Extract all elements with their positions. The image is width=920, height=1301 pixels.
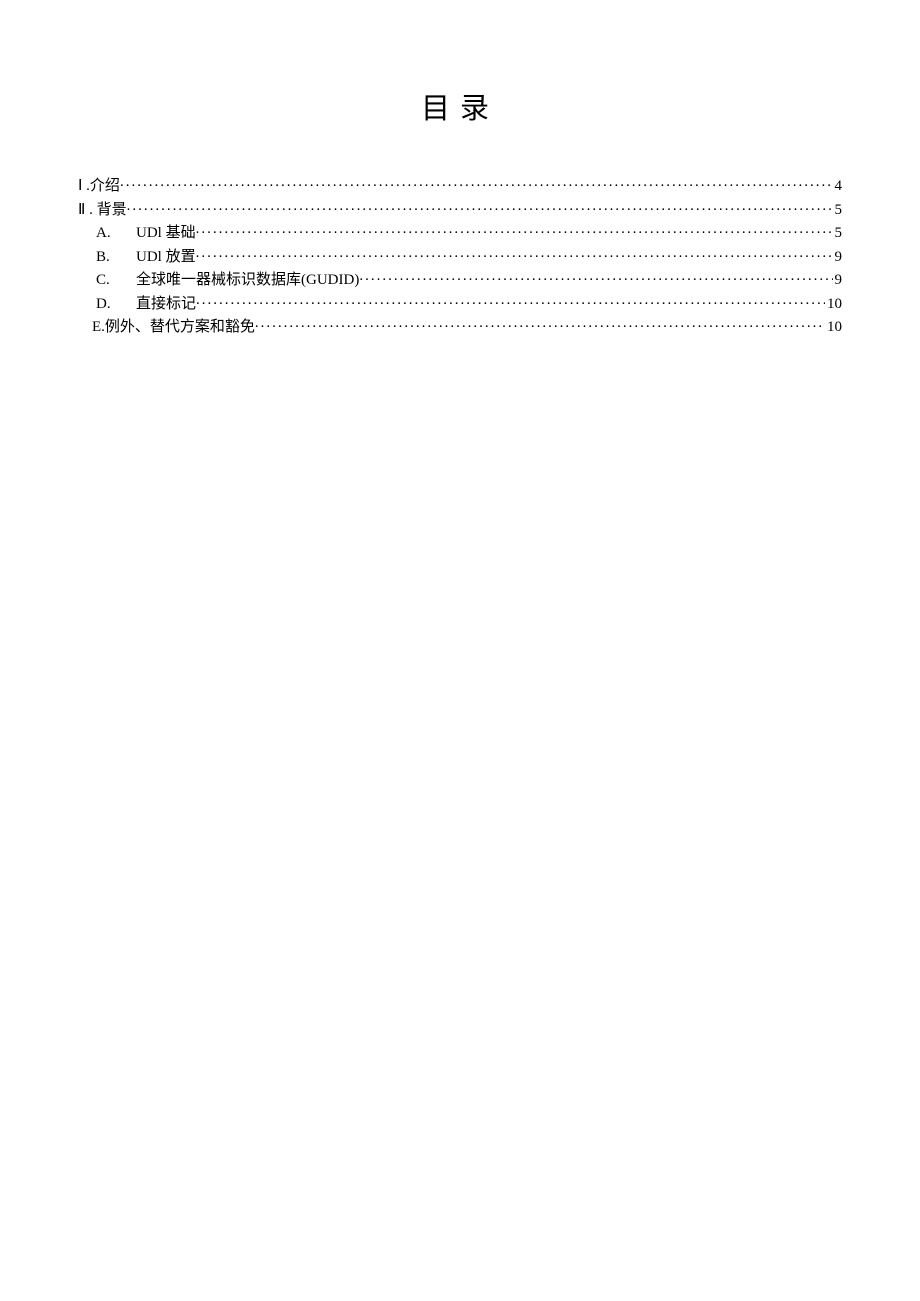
toc-entry: B.UDl 放置 9	[78, 246, 842, 265]
page-title: 目录	[78, 85, 842, 127]
toc-subletter: D.	[96, 297, 136, 312]
toc-subtext: 直接标记	[136, 296, 196, 312]
toc-leader-dots	[127, 199, 833, 214]
toc-leader-dots	[255, 316, 825, 331]
toc-label: Ⅰ .介绍	[78, 179, 120, 194]
toc-leader-dots	[120, 175, 833, 190]
toc-page-number: 9	[833, 273, 843, 288]
toc-page-number: 5	[833, 203, 843, 218]
toc-entry: Ⅰ .介绍 4	[78, 175, 842, 194]
toc-entry: D.直接标记 10	[78, 293, 842, 312]
table-of-contents: Ⅰ .介绍 4 Ⅱ . 背景 5 A.UDl 基础 5 B.UDl 放置 9	[78, 175, 842, 335]
toc-leader-dots	[196, 293, 825, 308]
toc-subletter: B.	[96, 250, 136, 265]
toc-label: E.例外、替代方案和豁免	[92, 320, 255, 335]
toc-leader-dots	[359, 269, 832, 284]
toc-subtext: UDl 放置	[136, 249, 196, 265]
toc-page-number: 5	[833, 226, 843, 241]
toc-label: Ⅱ . 背景	[78, 203, 127, 218]
toc-entry: E.例外、替代方案和豁免 10	[78, 316, 842, 335]
toc-page-number: 10	[825, 320, 842, 335]
toc-label: D.直接标记	[96, 297, 196, 312]
toc-subtext: 全球唯一器械标识数据库(GUDID)	[136, 272, 359, 288]
document-page: 目录 Ⅰ .介绍 4 Ⅱ . 背景 5 A.UDl 基础 5 B.UDl 放置 …	[0, 0, 920, 335]
toc-page-number: 10	[825, 297, 842, 312]
toc-label: A.UDl 基础	[96, 226, 196, 241]
toc-subtext: UDl 基础	[136, 225, 196, 241]
toc-page-number: 4	[833, 179, 843, 194]
toc-entry: C.全球唯一器械标识数据库(GUDID) 9	[78, 269, 842, 288]
toc-leader-dots	[196, 246, 833, 261]
toc-label: C.全球唯一器械标识数据库(GUDID)	[96, 273, 359, 288]
toc-subletter: C.	[96, 273, 136, 288]
toc-label: B.UDl 放置	[96, 250, 196, 265]
toc-entry: Ⅱ . 背景 5	[78, 199, 842, 218]
toc-entry: A.UDl 基础 5	[78, 222, 842, 241]
toc-leader-dots	[196, 222, 833, 237]
toc-subletter: A.	[96, 226, 136, 241]
toc-page-number: 9	[833, 250, 843, 265]
